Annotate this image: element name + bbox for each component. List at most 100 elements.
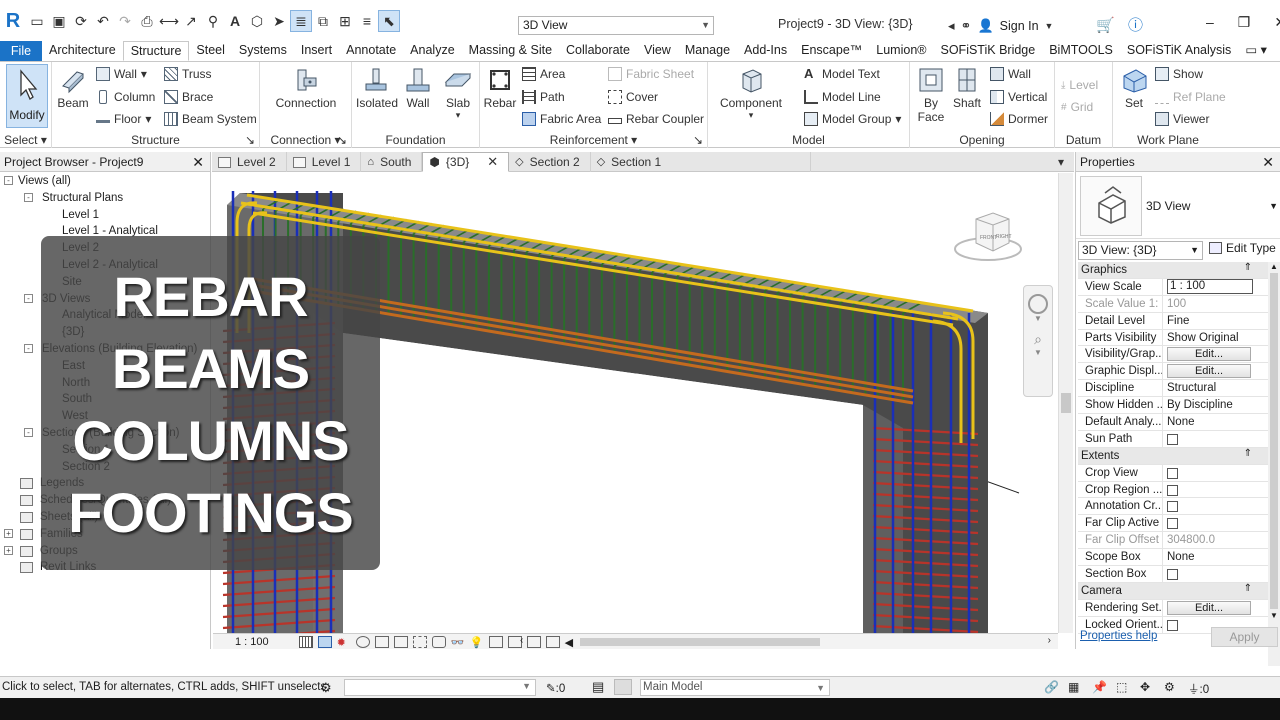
customize-qat-icon[interactable]: ≡ — [356, 10, 378, 32]
wall-button[interactable]: Wall ▾ — [96, 67, 147, 81]
panel-title-connection[interactable]: Connection ▾ ↘ — [260, 133, 351, 147]
property-edit-button[interactable]: Edit... — [1167, 364, 1251, 379]
scrollbar-thumb[interactable] — [580, 638, 820, 646]
detail-level-icon[interactable] — [298, 635, 313, 648]
isolated-button[interactable]: Isolated — [356, 66, 398, 110]
tab-collaborate[interactable]: Collaborate — [559, 41, 637, 61]
tab-analyze[interactable]: Analyze — [403, 41, 461, 61]
text-icon[interactable]: A — [224, 10, 246, 32]
by-face-button[interactable]: By Face — [914, 66, 948, 124]
select-links-icon[interactable]: 🔗 — [1044, 680, 1059, 694]
show-workplane-button[interactable]: Show — [1155, 67, 1203, 81]
property-group[interactable]: Graphics ⇑ — [1078, 262, 1268, 279]
property-checkbox[interactable] — [1167, 501, 1178, 513]
view-combo[interactable]: 3D View ▼ — [518, 16, 714, 35]
expand-icon[interactable]: + — [4, 528, 13, 538]
tree-item[interactable]: Level 1 — [0, 207, 210, 224]
property-input[interactable]: 1 : 100 — [1167, 278, 1253, 294]
property-value[interactable]: Structural — [1163, 380, 1268, 396]
tree-item[interactable]: - Views (all) — [0, 173, 210, 190]
dormer-button[interactable]: Dormer — [990, 112, 1048, 126]
workset-icon[interactable]: ⚙ — [320, 680, 332, 696]
rebar-coupler-button[interactable]: Rebar Coupler — [608, 112, 704, 126]
print-icon[interactable]: ⎙ — [136, 10, 158, 32]
design-option-icon[interactable] — [614, 679, 632, 695]
background-processes-icon[interactable]: ⚙ — [1164, 680, 1175, 694]
property-value[interactable] — [1163, 515, 1268, 531]
property-value[interactable] — [1163, 498, 1268, 514]
property-group[interactable]: Camera ⇑ — [1078, 582, 1268, 600]
apply-button[interactable]: Apply — [1211, 627, 1278, 647]
wall-foundation-button[interactable]: Wall — [398, 66, 438, 110]
property-checkbox[interactable] — [1167, 569, 1178, 581]
column-button[interactable]: Column — [96, 90, 155, 104]
help-icon[interactable]: ⓘ — [1128, 14, 1143, 35]
select-underlay-icon[interactable]: ▦ — [1068, 680, 1079, 694]
close-icon[interactable]: ✕ — [1274, 14, 1280, 31]
fabric-area-button[interactable]: Fabric Area — [522, 112, 601, 126]
render-icon[interactable] — [374, 635, 389, 648]
tab-massing-site[interactable]: Massing & Site — [462, 41, 559, 61]
tab-3d[interactable]: ⬢ {3D} ✕ — [422, 152, 510, 172]
shadows-icon[interactable] — [355, 635, 370, 648]
measure-icon[interactable]: ⟷ — [158, 10, 180, 32]
tab-steel[interactable]: Steel — [189, 41, 232, 61]
dimension-icon[interactable]: ↗ — [180, 10, 202, 32]
tab-insert[interactable]: Insert — [294, 41, 339, 61]
cover-button[interactable]: Cover — [608, 90, 658, 104]
property-value[interactable] — [1163, 465, 1268, 481]
viewer-button[interactable]: Viewer — [1155, 112, 1209, 126]
rebar-button[interactable]: Rebar — [482, 66, 518, 110]
expand-icon[interactable]: + — [4, 545, 13, 555]
model-group-button[interactable]: Model Group ▾ — [804, 112, 901, 126]
tab-manage[interactable]: Manage — [678, 41, 737, 61]
switch-windows-icon[interactable]: ⊞ — [334, 10, 356, 32]
close-icon[interactable]: ✕ — [1262, 152, 1274, 172]
revit-logo-icon[interactable]: R — [4, 10, 22, 32]
close-tab-icon[interactable]: ✕ — [487, 152, 498, 172]
property-checkbox[interactable] — [1167, 518, 1178, 530]
tab-section-1[interactable]: ◇ Section 1 — [591, 152, 811, 172]
tab-sofistik-analysis[interactable]: SOFiSTiK Analysis — [1120, 41, 1238, 61]
drag-elements-icon[interactable]: ✥ — [1140, 680, 1150, 694]
minimize-icon[interactable]: – — [1206, 14, 1214, 31]
scrollbar-thumb[interactable] — [1061, 393, 1071, 413]
section-icon[interactable]: ➤ — [268, 10, 290, 32]
floor-button[interactable]: Floor ▾ — [96, 112, 151, 126]
model-text-button[interactable]: A Model Text — [804, 67, 880, 81]
lock-3d-view-icon[interactable] — [431, 635, 446, 648]
property-value[interactable]: Edit... — [1163, 346, 1268, 362]
visual-style-icon[interactable] — [317, 635, 332, 648]
wall-opening-button[interactable]: Wall — [990, 67, 1031, 81]
scroll-down-icon[interactable]: ▼ — [1268, 611, 1280, 620]
design-option-selector[interactable]: Main Model ▼ — [640, 679, 830, 696]
vertical-opening-button[interactable]: Vertical — [990, 90, 1047, 104]
tab-add-ins[interactable]: Add-Ins — [737, 41, 794, 61]
collapse-icon[interactable]: - — [24, 293, 33, 303]
view-scale[interactable]: 1 : 100 — [235, 636, 269, 648]
edit-type-button[interactable]: Edit Type — [1209, 241, 1276, 255]
shaft-button[interactable]: Shaft — [950, 66, 984, 110]
temporary-view-properties-icon[interactable] — [488, 635, 503, 648]
restore-icon[interactable]: ❐ — [1238, 14, 1251, 31]
property-checkbox[interactable] — [1167, 619, 1178, 631]
select-pinned-icon[interactable]: 📌 — [1092, 680, 1107, 694]
collapse-group-icon[interactable]: ⇑ — [1244, 262, 1252, 273]
tab-sofistik-bridge[interactable]: SOFiSTiK Bridge — [934, 41, 1043, 61]
panel-title-structure[interactable]: Structure ↘ — [52, 133, 259, 147]
tree-item[interactable]: - Structural Plans — [0, 190, 210, 207]
model-line-button[interactable]: Model Line — [804, 90, 881, 104]
fabric-sheet-button[interactable]: Fabric Sheet — [608, 67, 694, 81]
panel-title-reinforcement[interactable]: Reinforcement ▾ ↘ — [480, 133, 707, 147]
binoculars-icon[interactable]: ⚭ — [961, 18, 972, 34]
tag-icon[interactable]: ⚲ — [202, 10, 224, 32]
sync-icon[interactable]: ⟳ — [70, 10, 92, 32]
property-checkbox[interactable] — [1167, 484, 1178, 496]
ref-plane-button[interactable]: Ref Plane — [1155, 90, 1226, 104]
back-icon[interactable]: ◂ — [948, 18, 955, 34]
select-by-face-icon[interactable]: ⬚ — [1116, 680, 1127, 694]
property-value[interactable] — [1163, 566, 1268, 582]
scrollbar-thumb[interactable] — [1270, 273, 1278, 609]
property-value[interactable] — [1163, 431, 1268, 447]
area-reinforcement-button[interactable]: Area — [522, 67, 565, 81]
